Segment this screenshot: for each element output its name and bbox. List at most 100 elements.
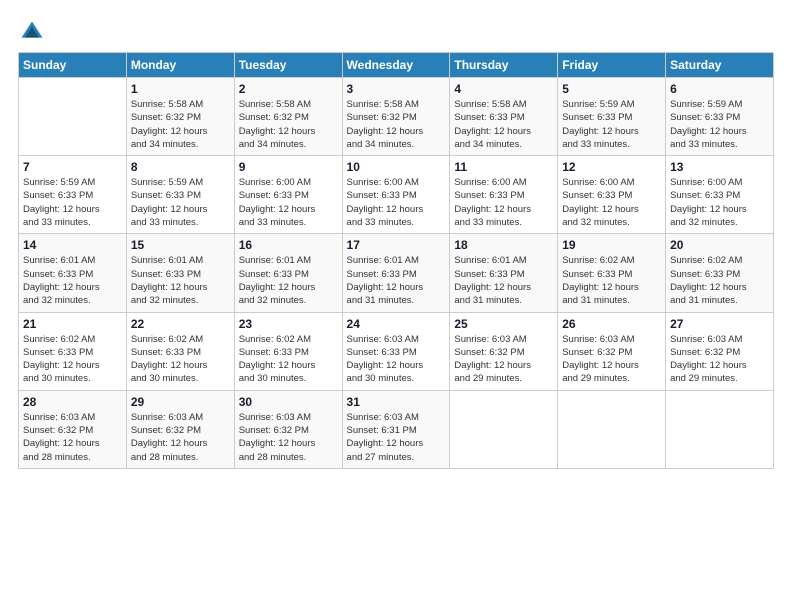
day-number: 24 xyxy=(347,317,446,331)
day-number: 28 xyxy=(23,395,122,409)
weekday-header: Friday xyxy=(558,53,666,78)
calendar-cell: 9 Sunrise: 6:00 AM Sunset: 6:33 PM Daylig… xyxy=(234,156,342,234)
calendar-cell: 23 Sunrise: 6:02 AM Sunset: 6:33 PM Dayli… xyxy=(234,312,342,390)
calendar-table: SundayMondayTuesdayWednesdayThursdayFrid… xyxy=(18,52,774,469)
day-info: Sunrise: 5:59 AM Sunset: 6:33 PM Dayligh… xyxy=(562,98,661,151)
day-number: 3 xyxy=(347,82,446,96)
day-number: 13 xyxy=(670,160,769,174)
day-info: Sunrise: 5:59 AM Sunset: 6:33 PM Dayligh… xyxy=(131,176,230,229)
calendar-cell: 29Sunrise: 6:03 AM Sunset: 6:32 PM Dayli… xyxy=(126,390,234,468)
calendar-cell: 10 Sunrise: 6:00 AM Sunset: 6:33 PM Dayli… xyxy=(342,156,450,234)
day-number: 4 xyxy=(454,82,553,96)
calendar-cell: 5 Sunrise: 5:59 AM Sunset: 6:33 PM Daylig… xyxy=(558,78,666,156)
day-number: 20 xyxy=(670,238,769,252)
day-info: Sunrise: 5:59 AM Sunset: 6:33 PM Dayligh… xyxy=(670,98,769,151)
calendar-cell xyxy=(558,390,666,468)
calendar-body: 1 Sunrise: 5:58 AM Sunset: 6:32 PM Daylig… xyxy=(19,78,774,469)
day-number: 16 xyxy=(239,238,338,252)
day-info: Sunrise: 6:02 AM Sunset: 6:33 PM Dayligh… xyxy=(131,333,230,386)
weekday-header: Wednesday xyxy=(342,53,450,78)
calendar-cell xyxy=(19,78,127,156)
day-info: Sunrise: 6:01 AM Sunset: 6:33 PM Dayligh… xyxy=(131,254,230,307)
day-number: 29 xyxy=(131,395,230,409)
day-info: Sunrise: 6:01 AM Sunset: 6:33 PM Dayligh… xyxy=(239,254,338,307)
day-info: Sunrise: 5:58 AM Sunset: 6:33 PM Dayligh… xyxy=(454,98,553,151)
day-info: Sunrise: 6:03 AM Sunset: 6:32 PM Dayligh… xyxy=(562,333,661,386)
day-number: 11 xyxy=(454,160,553,174)
day-info: Sunrise: 5:58 AM Sunset: 6:32 PM Dayligh… xyxy=(131,98,230,151)
calendar-cell: 25 Sunrise: 6:03 AM Sunset: 6:32 PM Dayli… xyxy=(450,312,558,390)
calendar-cell xyxy=(450,390,558,468)
day-info: Sunrise: 6:03 AM Sunset: 6:32 PM Dayligh… xyxy=(670,333,769,386)
calendar-cell: 2Sunrise: 5:58 AM Sunset: 6:32 PM Daylig… xyxy=(234,78,342,156)
calendar-cell: 6 Sunrise: 5:59 AM Sunset: 6:33 PM Daylig… xyxy=(666,78,774,156)
day-number: 10 xyxy=(347,160,446,174)
calendar-cell: 20 Sunrise: 6:02 AM Sunset: 6:33 PM Dayli… xyxy=(666,234,774,312)
day-info: Sunrise: 5:59 AM Sunset: 6:33 PM Dayligh… xyxy=(23,176,122,229)
calendar-week-row: 1 Sunrise: 5:58 AM Sunset: 6:32 PM Daylig… xyxy=(19,78,774,156)
day-number: 5 xyxy=(562,82,661,96)
calendar-cell: 15 Sunrise: 6:01 AM Sunset: 6:33 PM Dayli… xyxy=(126,234,234,312)
day-number: 8 xyxy=(131,160,230,174)
calendar-cell: 1 Sunrise: 5:58 AM Sunset: 6:32 PM Daylig… xyxy=(126,78,234,156)
calendar-cell: 8 Sunrise: 5:59 AM Sunset: 6:33 PM Daylig… xyxy=(126,156,234,234)
calendar-week-row: 14 Sunrise: 6:01 AM Sunset: 6:33 PM Dayli… xyxy=(19,234,774,312)
weekday-header: Tuesday xyxy=(234,53,342,78)
calendar-cell: 3 Sunrise: 5:58 AM Sunset: 6:32 PM Daylig… xyxy=(342,78,450,156)
calendar-cell: 13 Sunrise: 6:00 AM Sunset: 6:33 PM Dayli… xyxy=(666,156,774,234)
weekday-header: Sunday xyxy=(19,53,127,78)
logo xyxy=(18,18,50,46)
day-number: 15 xyxy=(131,238,230,252)
calendar-cell: 16 Sunrise: 6:01 AM Sunset: 6:33 PM Dayli… xyxy=(234,234,342,312)
day-info: Sunrise: 6:00 AM Sunset: 6:33 PM Dayligh… xyxy=(239,176,338,229)
calendar-cell: 26 Sunrise: 6:03 AM Sunset: 6:32 PM Dayli… xyxy=(558,312,666,390)
calendar-cell: 22 Sunrise: 6:02 AM Sunset: 6:33 PM Dayli… xyxy=(126,312,234,390)
day-info: Sunrise: 6:01 AM Sunset: 6:33 PM Dayligh… xyxy=(347,254,446,307)
weekday-header: Monday xyxy=(126,53,234,78)
page-container: SundayMondayTuesdayWednesdayThursdayFrid… xyxy=(0,0,792,479)
calendar-cell: 28 Sunrise: 6:03 AM Sunset: 6:32 PM Dayli… xyxy=(19,390,127,468)
day-info: Sunrise: 6:03 AM Sunset: 6:32 PM Dayligh… xyxy=(454,333,553,386)
day-number: 30 xyxy=(239,395,338,409)
day-number: 19 xyxy=(562,238,661,252)
day-number: 9 xyxy=(239,160,338,174)
calendar-cell: 14Sunrise: 6:01 AM Sunset: 6:33 PM Dayli… xyxy=(19,234,127,312)
calendar-cell: 19Sunrise: 6:02 AM Sunset: 6:33 PM Dayli… xyxy=(558,234,666,312)
day-info: Sunrise: 6:03 AM Sunset: 6:32 PM Dayligh… xyxy=(239,411,338,464)
day-number: 26 xyxy=(562,317,661,331)
day-number: 23 xyxy=(239,317,338,331)
calendar-cell: 31Sunrise: 6:03 AM Sunset: 6:31 PM Dayli… xyxy=(342,390,450,468)
day-info: Sunrise: 5:58 AM Sunset: 6:32 PM Dayligh… xyxy=(347,98,446,151)
day-number: 6 xyxy=(670,82,769,96)
day-number: 22 xyxy=(131,317,230,331)
day-number: 1 xyxy=(131,82,230,96)
day-info: Sunrise: 6:03 AM Sunset: 6:31 PM Dayligh… xyxy=(347,411,446,464)
calendar-cell: 18Sunrise: 6:01 AM Sunset: 6:33 PM Dayli… xyxy=(450,234,558,312)
day-number: 12 xyxy=(562,160,661,174)
day-info: Sunrise: 6:03 AM Sunset: 6:33 PM Dayligh… xyxy=(347,333,446,386)
day-info: Sunrise: 6:02 AM Sunset: 6:33 PM Dayligh… xyxy=(23,333,122,386)
day-number: 2 xyxy=(239,82,338,96)
calendar-week-row: 7Sunrise: 5:59 AM Sunset: 6:33 PM Daylig… xyxy=(19,156,774,234)
day-number: 25 xyxy=(454,317,553,331)
calendar-header: SundayMondayTuesdayWednesdayThursdayFrid… xyxy=(19,53,774,78)
calendar-cell: 7Sunrise: 5:59 AM Sunset: 6:33 PM Daylig… xyxy=(19,156,127,234)
day-number: 18 xyxy=(454,238,553,252)
calendar-cell: 24 Sunrise: 6:03 AM Sunset: 6:33 PM Dayli… xyxy=(342,312,450,390)
calendar-cell: 12 Sunrise: 6:00 AM Sunset: 6:33 PM Dayli… xyxy=(558,156,666,234)
logo-icon xyxy=(18,18,46,46)
calendar-cell: 27Sunrise: 6:03 AM Sunset: 6:32 PM Dayli… xyxy=(666,312,774,390)
day-number: 17 xyxy=(347,238,446,252)
day-info: Sunrise: 6:00 AM Sunset: 6:33 PM Dayligh… xyxy=(670,176,769,229)
day-info: Sunrise: 6:02 AM Sunset: 6:33 PM Dayligh… xyxy=(239,333,338,386)
day-info: Sunrise: 6:00 AM Sunset: 6:33 PM Dayligh… xyxy=(454,176,553,229)
day-info: Sunrise: 6:00 AM Sunset: 6:33 PM Dayligh… xyxy=(562,176,661,229)
calendar-cell: 21 Sunrise: 6:02 AM Sunset: 6:33 PM Dayli… xyxy=(19,312,127,390)
day-number: 21 xyxy=(23,317,122,331)
day-info: Sunrise: 6:00 AM Sunset: 6:33 PM Dayligh… xyxy=(347,176,446,229)
weekday-header: Thursday xyxy=(450,53,558,78)
day-info: Sunrise: 6:03 AM Sunset: 6:32 PM Dayligh… xyxy=(23,411,122,464)
header xyxy=(18,18,774,46)
day-number: 14 xyxy=(23,238,122,252)
day-info: Sunrise: 6:02 AM Sunset: 6:33 PM Dayligh… xyxy=(670,254,769,307)
